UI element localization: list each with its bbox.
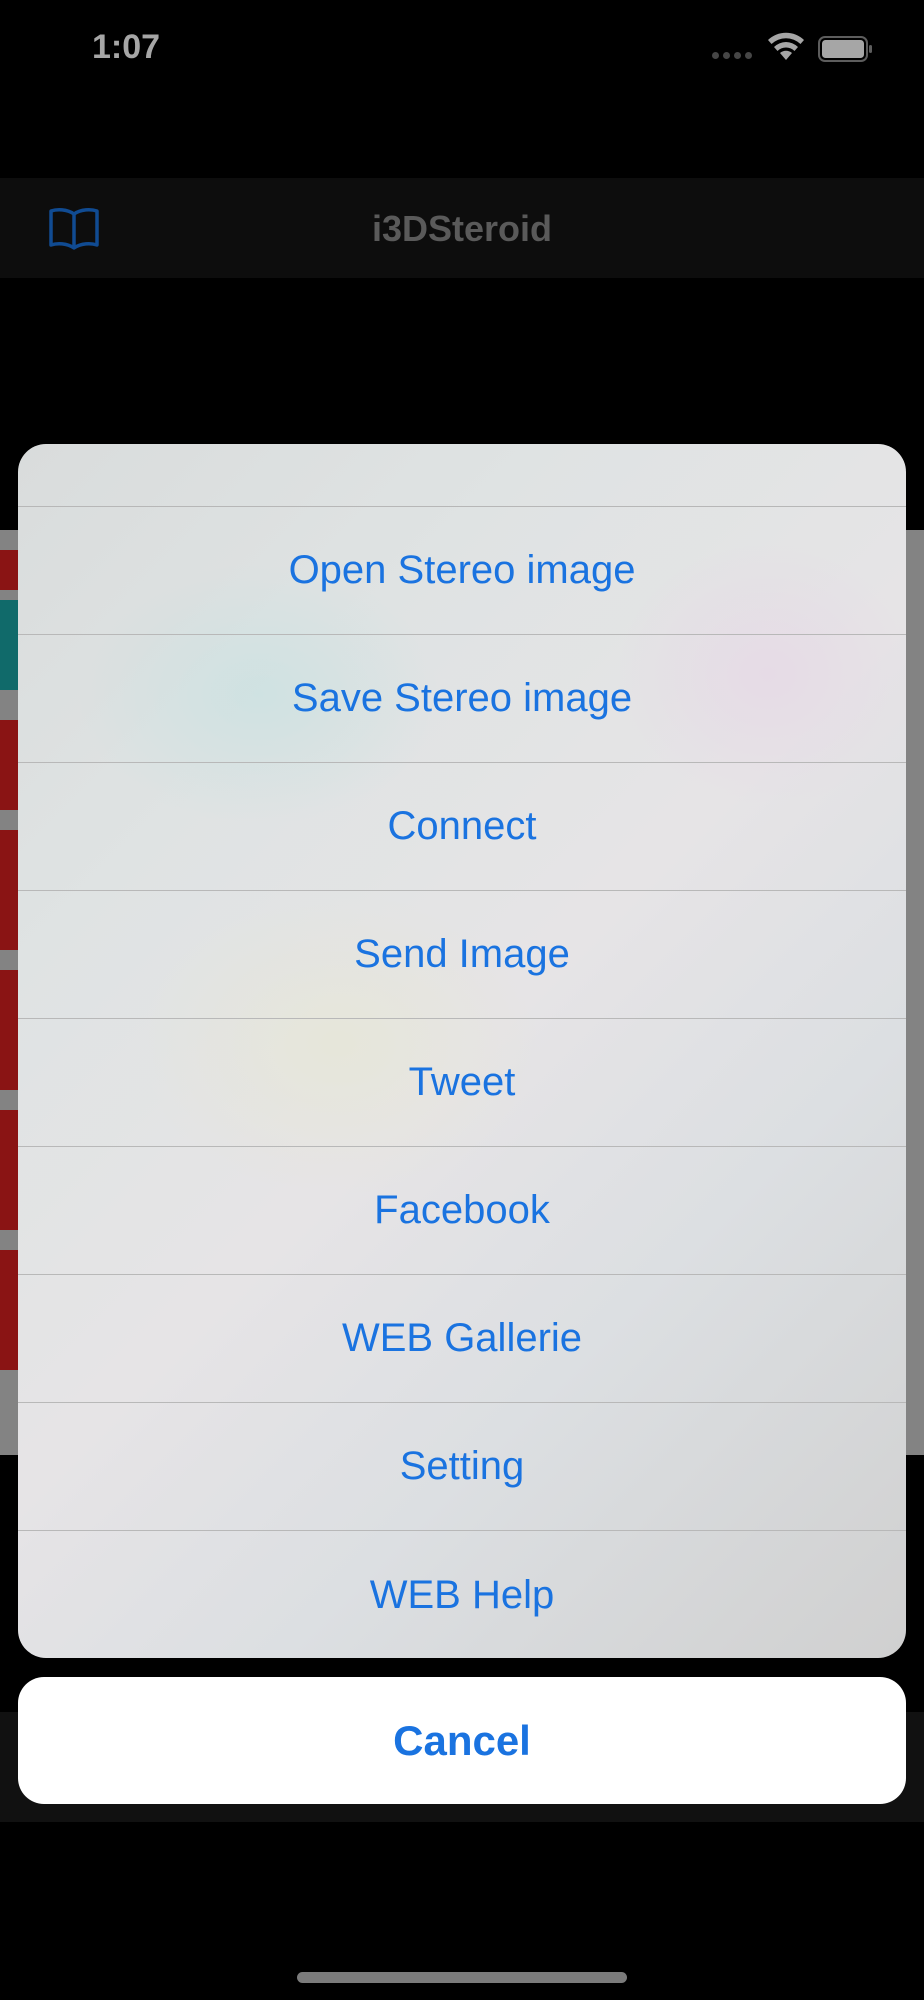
action-sheet-header (18, 444, 906, 507)
send-image-button[interactable]: Send Image (18, 891, 906, 1019)
cancel-button[interactable]: Cancel (18, 1677, 906, 1804)
action-sheet: Open Stereo image Save Stereo image Conn… (18, 444, 906, 1658)
web-help-button[interactable]: WEB Help (18, 1531, 906, 1658)
home-indicator[interactable] (297, 1972, 627, 1983)
open-stereo-image-button[interactable]: Open Stereo image (18, 507, 906, 635)
web-gallerie-button[interactable]: WEB Gallerie (18, 1275, 906, 1403)
save-stereo-image-button[interactable]: Save Stereo image (18, 635, 906, 763)
connect-button[interactable]: Connect (18, 763, 906, 891)
facebook-button[interactable]: Facebook (18, 1147, 906, 1275)
tweet-button[interactable]: Tweet (18, 1019, 906, 1147)
setting-button[interactable]: Setting (18, 1403, 906, 1531)
